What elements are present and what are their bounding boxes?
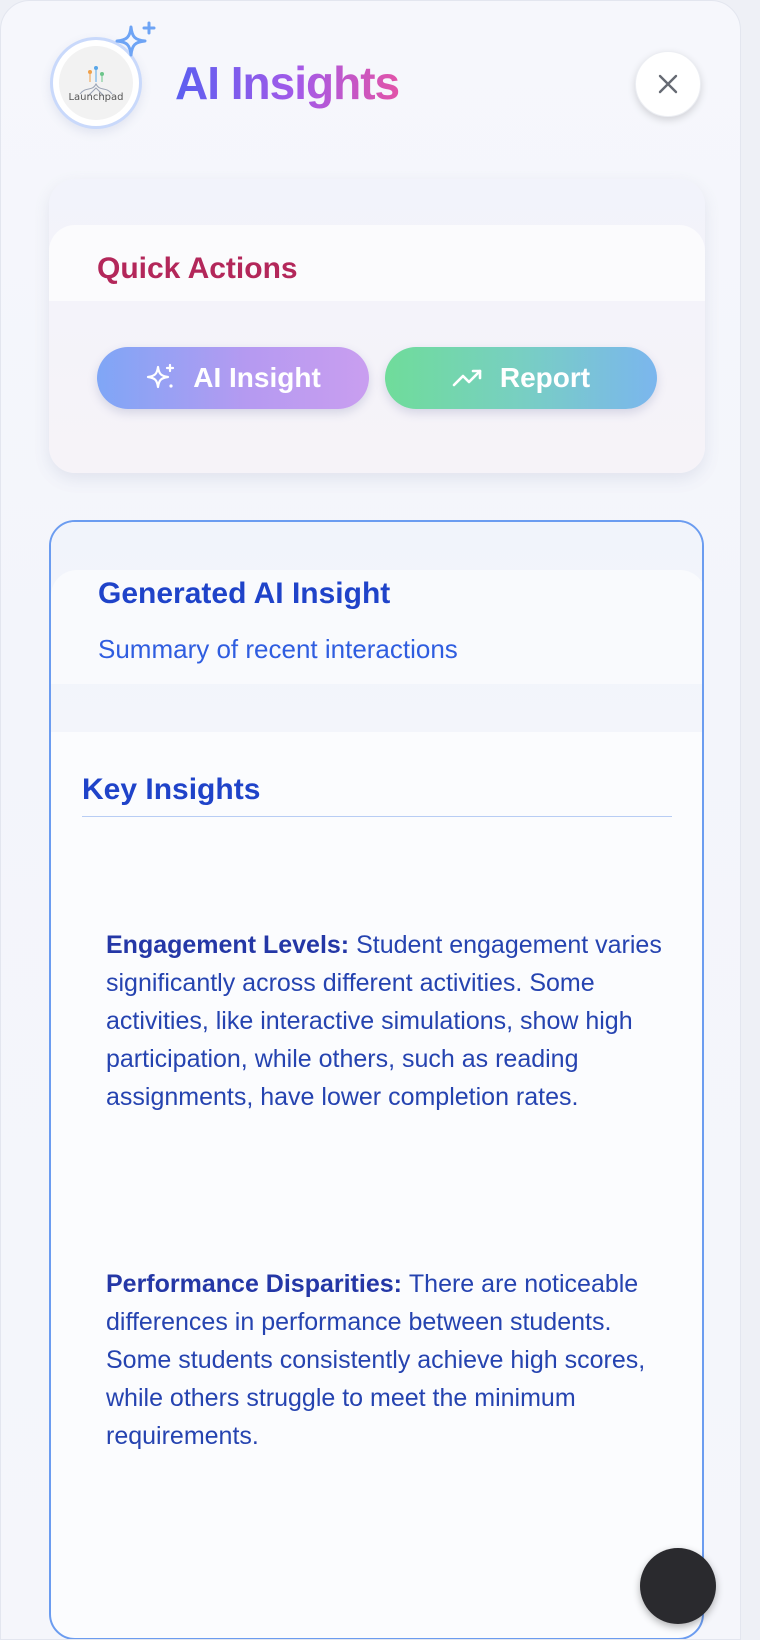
logo-text: Launchpad xyxy=(68,91,124,103)
sparkle-icon xyxy=(147,363,175,389)
quick-actions-card: Quick Actions AI Insight Report xyxy=(49,179,705,473)
close-icon xyxy=(658,74,678,94)
divider xyxy=(82,816,672,817)
insight-card-subtitle: Summary of recent interactions xyxy=(98,634,458,664)
page-title: AI Insights xyxy=(175,53,400,113)
insight-card-title: Generated AI Insight xyxy=(98,577,391,610)
key-insights-heading: Key Insights xyxy=(82,773,261,806)
quick-actions-header: Quick Actions xyxy=(49,225,705,301)
quick-actions-title: Quick Actions xyxy=(97,252,298,285)
insight-item: Performance Disparities: There are notic… xyxy=(106,1265,676,1455)
ai-insights-panel: Launchpad AI Insights Quick Actions AI I… xyxy=(0,0,741,1640)
trending-up-icon xyxy=(452,369,482,387)
insight-item: Engagement Levels: Student engagement va… xyxy=(106,926,676,1116)
generated-insight-card: Generated AI Insight Summary of recent i… xyxy=(49,520,704,1639)
ai-insight-button-label: AI Insight xyxy=(193,362,321,393)
ai-insight-button[interactable]: AI Insight xyxy=(97,347,369,409)
close-button[interactable] xyxy=(635,51,701,117)
report-button-label: Report xyxy=(499,362,591,393)
insight-card-header: Generated AI Insight Summary of recent i… xyxy=(51,522,702,732)
insight-item-lead: Engagement Levels: xyxy=(106,931,357,959)
floating-action-button[interactable] xyxy=(640,1548,716,1624)
sparkle-icon xyxy=(115,21,156,57)
report-button[interactable]: Report xyxy=(385,347,657,409)
insight-item-lead: Performance Disparities: xyxy=(106,1270,409,1298)
